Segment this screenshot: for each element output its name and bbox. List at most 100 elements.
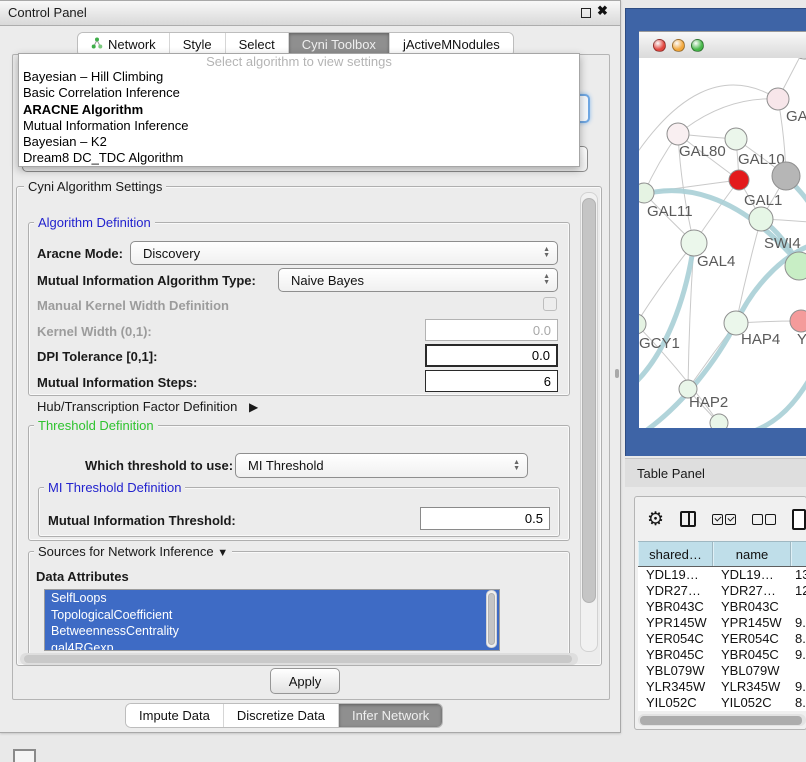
- table-row[interactable]: YDR27…YDR27…12: [638, 583, 806, 599]
- columns-icon[interactable]: [680, 511, 696, 527]
- tab-infer-network[interactable]: Infer Network: [339, 704, 442, 727]
- table-row[interactable]: YLR345WYLR345W9.: [638, 679, 806, 695]
- table-cell: 9.: [791, 615, 806, 631]
- table-column-header[interactable]: name: [713, 542, 791, 566]
- table-row[interactable]: YPR145WYPR145W9.: [638, 615, 806, 631]
- algorithm-option[interactable]: Dream8 DC_TDC Algorithm: [19, 150, 579, 166]
- threshold-definition-title: Threshold Definition: [34, 418, 158, 433]
- document-icon[interactable]: [792, 509, 806, 530]
- network-node-label: GAL11: [647, 203, 693, 220]
- attribute-list-item[interactable]: SelfLoops: [45, 590, 499, 607]
- network-node-gal[interactable]: [767, 88, 789, 110]
- network-edge-highlighted[interactable]: [739, 380, 806, 428]
- gear-icon[interactable]: ⚙: [647, 508, 664, 531]
- attribute-list-item[interactable]: gal4RGexp: [45, 640, 499, 652]
- tab-impute-data[interactable]: Impute Data: [126, 704, 224, 727]
- table-panel-titlebar[interactable]: Table Panel: [625, 458, 806, 489]
- panel-splitter-handle[interactable]: [615, 369, 619, 378]
- select-all-icon[interactable]: [712, 514, 736, 525]
- network-window-titlebar[interactable]: [639, 31, 806, 60]
- combo-stepper-icon: ▲▼: [513, 460, 527, 472]
- table-row[interactable]: YBR043CYBR043C: [638, 599, 806, 615]
- table-row[interactable]: YBR045CYBR045C9.: [638, 647, 806, 663]
- table-cell: 13: [791, 567, 806, 583]
- network-node-label: GCY1: [639, 335, 680, 352]
- algorithm-option[interactable]: Mutual Information Inference: [19, 118, 579, 134]
- table-cell: YDL19…: [638, 567, 713, 583]
- network-node-label: HAP4: [741, 331, 780, 348]
- which-threshold-value: MI Threshold: [248, 458, 324, 473]
- deselect-all-icon[interactable]: [752, 514, 776, 525]
- aracne-mode-combo[interactable]: Discovery ▲▼: [130, 241, 558, 265]
- dpi-tolerance-value: 0.0: [532, 348, 550, 363]
- table-row[interactable]: YER054CYER054C8.: [638, 631, 806, 647]
- mi-steps-field[interactable]: 6: [425, 370, 558, 392]
- close-icon[interactable]: ✖: [597, 3, 608, 19]
- close-traffic-light-icon[interactable]: [653, 39, 666, 52]
- data-attributes-list[interactable]: SelfLoopsTopologicalCoefficientBetweenne…: [44, 589, 500, 651]
- network-node-gal10[interactable]: [725, 128, 747, 150]
- network-node-gal1[interactable]: [729, 170, 749, 190]
- table-cell: YLR345W: [638, 679, 713, 695]
- float-icon[interactable]: [581, 8, 591, 18]
- which-threshold-label: Which threshold to use:: [85, 458, 233, 473]
- network-node[interactable]: [749, 207, 773, 231]
- minimized-panel-icon[interactable]: [13, 749, 36, 762]
- attribute-list-item[interactable]: TopologicalCoefficient: [45, 607, 499, 624]
- table-column-header[interactable]: shared…: [638, 542, 713, 566]
- network-node-y[interactable]: [790, 310, 806, 332]
- expand-arrow-icon[interactable]: ▶: [249, 400, 258, 414]
- table-row[interactable]: YIL052CYIL052C8.: [638, 695, 806, 711]
- network-canvas[interactable]: GALGAL80GAL10GAL1GAL11GAL4SWI4GCY1HAP4YH…: [639, 58, 806, 428]
- hub-definition-toggle[interactable]: Hub/Transcription Factor Definition ▶: [37, 399, 258, 414]
- network-edge-highlighted[interactable]: [639, 243, 694, 390]
- dpi-tolerance-label: DPI Tolerance [0,1]:: [37, 349, 157, 364]
- network-node-gcy1[interactable]: [639, 314, 646, 334]
- network-node-gal11[interactable]: [639, 183, 654, 203]
- network-window-frame[interactable]: GALGAL80GAL10GAL1GAL11GAL4SWI4GCY1HAP4YH…: [625, 8, 806, 456]
- which-threshold-combo[interactable]: MI Threshold ▲▼: [235, 453, 528, 478]
- manual-kernel-checkbox[interactable]: [543, 297, 557, 311]
- application-root: Control Panel ✖ NetworkStyleSelectCyni T…: [0, 0, 806, 762]
- hub-definition-label: Hub/Transcription Factor Definition: [37, 399, 237, 414]
- attribute-list-item[interactable]: BetweennessCentrality: [45, 623, 499, 640]
- network-edge[interactable]: [678, 99, 778, 134]
- algorithm-option[interactable]: Basic Correlation Inference: [19, 85, 579, 101]
- network-node-label: HAP2: [689, 394, 728, 411]
- algorithm-option[interactable]: ARACNE Algorithm: [19, 102, 579, 118]
- apply-button[interactable]: Apply: [270, 668, 340, 694]
- control-panel-titlebar[interactable]: Control Panel ✖: [0, 1, 620, 26]
- algorithm-option[interactable]: Bayesian – K2: [19, 134, 579, 150]
- network-node[interactable]: [710, 414, 728, 428]
- manual-kernel-label: Manual Kernel Width Definition: [37, 298, 229, 313]
- mi-threshold-field[interactable]: 0.5: [420, 507, 550, 530]
- algorithm-option[interactable]: Bayesian – Hill Climbing: [19, 69, 579, 85]
- algorithm-dropdown-popup: Select algorithm to view settingsBayesia…: [18, 53, 580, 167]
- tab-discretize-data[interactable]: Discretize Data: [224, 704, 339, 727]
- zoom-traffic-light-icon[interactable]: [691, 39, 704, 52]
- popup-prompt: Select algorithm to view settings: [19, 54, 579, 69]
- collapse-arrow-icon[interactable]: ▼: [217, 547, 228, 559]
- network-node[interactable]: [772, 162, 800, 190]
- mi-type-combo[interactable]: Naive Bayes ▲▼: [278, 268, 558, 292]
- kernel-width-field[interactable]: 0.0: [425, 319, 558, 341]
- table-row[interactable]: YBL079WYBL079W: [638, 663, 806, 679]
- table-cell: YBL079W: [638, 663, 713, 679]
- network-edge[interactable]: [736, 219, 761, 323]
- sources-title[interactable]: Sources for Network Inference ▼: [34, 544, 232, 559]
- table-column-header[interactable]: [791, 542, 806, 566]
- cyni-settings-title: Cyni Algorithm Settings: [24, 179, 166, 194]
- network-node-label: Y: [797, 331, 806, 348]
- table-cell: YER054C: [638, 631, 713, 647]
- network-graph[interactable]: GALGAL80GAL10GAL1GAL11GAL4SWI4GCY1HAP4YH…: [639, 58, 806, 428]
- network-node-gal80[interactable]: [667, 123, 689, 145]
- table-cell: YLR345W: [713, 679, 791, 695]
- algorithm-definition-title: Algorithm Definition: [34, 215, 155, 230]
- network-node[interactable]: [794, 58, 806, 59]
- dpi-tolerance-field[interactable]: 0.0: [425, 344, 558, 367]
- table-cell: YBR045C: [713, 647, 791, 663]
- minimize-traffic-light-icon[interactable]: [672, 39, 685, 52]
- table-cell: 9.: [791, 679, 806, 695]
- table-row[interactable]: YDL19…YDL19…13: [638, 567, 806, 583]
- table-cell: YER054C: [713, 631, 791, 647]
